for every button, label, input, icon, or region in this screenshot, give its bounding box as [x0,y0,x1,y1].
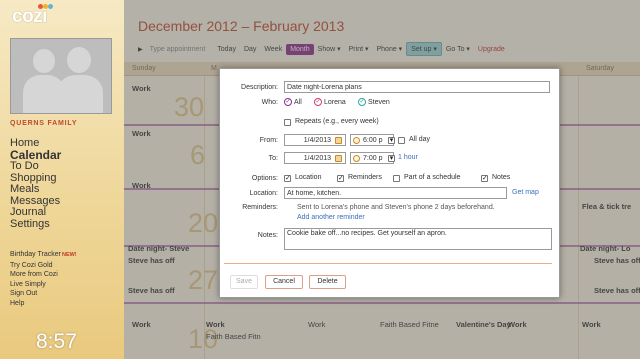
time-dropdown-arrow[interactable]: ▾ [388,137,395,144]
delete-button[interactable]: Delete [309,275,346,289]
nav-more-from-cozi[interactable]: More from Cozi [10,270,77,280]
option-notes-checkbox[interactable]: ✓ [481,175,488,182]
all-day-label: All day [409,136,431,143]
nav-help[interactable]: Help [10,299,77,309]
nav-todo[interactable]: To Do [10,160,61,173]
main-nav: Home Calendar To Do Shopping Meals Messa… [10,137,61,231]
check-icon: ✓ [358,98,366,106]
who-label: Who: [261,99,278,106]
family-photo[interactable] [10,38,112,114]
nav-birthday-tracker[interactable]: Birthday TrackerNEW! [10,250,77,261]
nav-settings[interactable]: Settings [10,218,61,231]
duration-text: 1 hour [398,154,418,161]
nav-sign-out[interactable]: Sign Out [10,289,77,299]
location-input[interactable] [284,187,507,199]
time-dropdown-arrow[interactable]: ▾ [388,155,395,162]
option-location-checkbox[interactable]: ✓ [284,175,291,182]
notes-label: Notes: [257,232,278,239]
cozi-logo[interactable]: cozi [12,4,53,28]
description-input[interactable] [284,81,550,93]
repeats-checkbox[interactable] [284,119,291,126]
who-lorena-label: Lorena [324,98,346,106]
calendar-icon[interactable] [335,137,342,144]
who-all-label: All [294,98,302,106]
option-reminders-checkbox[interactable]: ✓ [337,175,344,182]
option-schedule-label: Part of a schedule [404,174,461,181]
cancel-button[interactable]: Cancel [265,275,303,289]
from-label: From: [259,137,278,144]
notes-textarea[interactable]: Cookie bake off...no recipes. Get yourse… [284,228,552,250]
clock-icon [353,137,360,144]
clock-icon [353,155,360,162]
who-lorena-checkbox[interactable]: ✓ Lorena [314,98,346,106]
option-location-label: Location [295,174,322,181]
secondary-nav: Birthday TrackerNEW! Try Cozi Gold More … [10,250,77,309]
clock-display: 8:57 [36,330,77,353]
appointment-dialog: Description: Who: ✓All ✓Lorena ✓Steven R… [219,68,560,298]
who-steven-label: Steven [368,98,390,106]
option-schedule-checkbox[interactable] [393,175,400,182]
nav-journal[interactable]: Journal [10,206,61,219]
nav-try-cozi-gold[interactable]: Try Cozi Gold [10,261,77,271]
to-label: To: [268,155,278,162]
get-map-link[interactable]: Get map [512,189,539,196]
family-name: QUERNS FAMILY [10,120,78,127]
reminders-label: Reminders: [242,204,278,211]
description-label: Description: [241,84,278,91]
who-steven-checkbox[interactable]: ✓ Steven [358,98,390,106]
save-button[interactable]: Save [230,275,258,289]
dialog-divider [224,263,552,264]
check-icon: ✓ [314,98,322,106]
nav-live-simply[interactable]: Live Simply [10,280,77,290]
check-icon: ✓ [284,98,292,106]
sidebar: cozi QUERNS FAMILY Home Calendar To Do S… [0,0,124,359]
option-notes-label: Notes [492,174,511,181]
new-badge: NEW! [61,252,77,258]
location-label: Location: [249,190,278,197]
reminders-text: Sent to Lorena's phone and Steven's phon… [297,204,495,211]
repeats-label: Repeats (e.g., every week) [295,118,379,125]
logo-dots-icon [38,4,53,10]
all-day-checkbox[interactable] [398,137,405,144]
add-reminder-link[interactable]: Add another reminder [297,214,365,221]
who-all-checkbox[interactable]: ✓ All [284,98,302,106]
nav-meals[interactable]: Meals [10,183,61,196]
option-reminders-label: Reminders [348,174,382,181]
calendar-icon[interactable] [335,155,342,162]
nav-birthday-tracker-label: Birthday Tracker [10,251,61,258]
options-label: Options: [251,175,278,182]
